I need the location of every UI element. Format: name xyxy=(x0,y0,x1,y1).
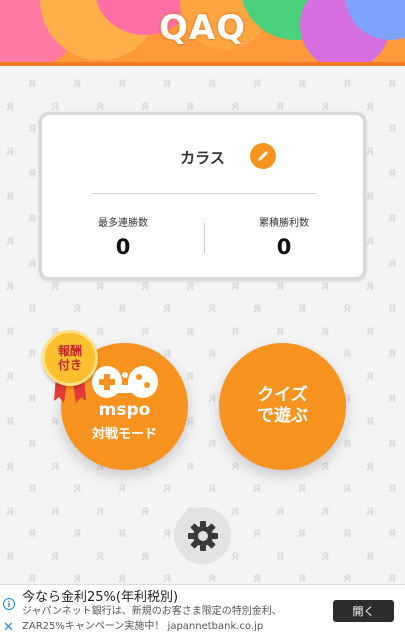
quiz-label-line2: で遊ぶ xyxy=(257,406,308,426)
pencil-icon xyxy=(258,151,268,161)
settings-button[interactable] xyxy=(174,507,231,564)
stat-total-wins: 累積勝利数 0 xyxy=(219,214,349,259)
ad-open-button[interactable]: 開く xyxy=(333,600,394,622)
app-logo: QAQ xyxy=(158,8,247,48)
reward-badge-line1: 報酬 xyxy=(57,344,82,358)
card-divider xyxy=(92,193,316,194)
reward-badge-line2: 付き xyxy=(57,358,82,372)
stat-max-streak: 最多連勝数 0 xyxy=(58,214,188,259)
reward-badge: 報酬 付き xyxy=(42,330,98,386)
stat-value: 0 xyxy=(276,235,292,259)
battle-mode-label: 対戦モード xyxy=(91,427,157,442)
quiz-mode-label: クイズ で遊ぶ xyxy=(219,385,346,427)
edit-name-button[interactable] xyxy=(250,143,276,169)
ad-title[interactable]: 今なら金利25%(年利税別) xyxy=(22,586,178,605)
stat-label: 累積勝利数 xyxy=(259,218,309,229)
stat-divider xyxy=(204,223,205,253)
gamepad-icon xyxy=(92,366,158,398)
stat-label: 最多連勝数 xyxy=(98,218,148,229)
header-bar xyxy=(0,62,405,66)
gear-icon xyxy=(187,520,218,551)
username: カラス xyxy=(180,149,225,167)
close-icon[interactable]: ✕ xyxy=(3,620,14,635)
stat-value: 0 xyxy=(115,235,131,259)
app-header: QAQ xyxy=(0,0,405,66)
info-icon[interactable] xyxy=(3,598,15,610)
ad-description[interactable]: ジャパンネット銀行は、新規のお客さま限定の特別金利、ZAR25%キャンペーン実施… xyxy=(22,604,317,634)
quiz-mode-button[interactable]: クイズ で遊ぶ xyxy=(219,343,346,470)
mspo-logo: mspo xyxy=(98,400,151,420)
quiz-label-line1: クイズ xyxy=(257,385,308,405)
profile-card: カラス 最多連勝数 0 累積勝利数 0 xyxy=(39,112,366,280)
